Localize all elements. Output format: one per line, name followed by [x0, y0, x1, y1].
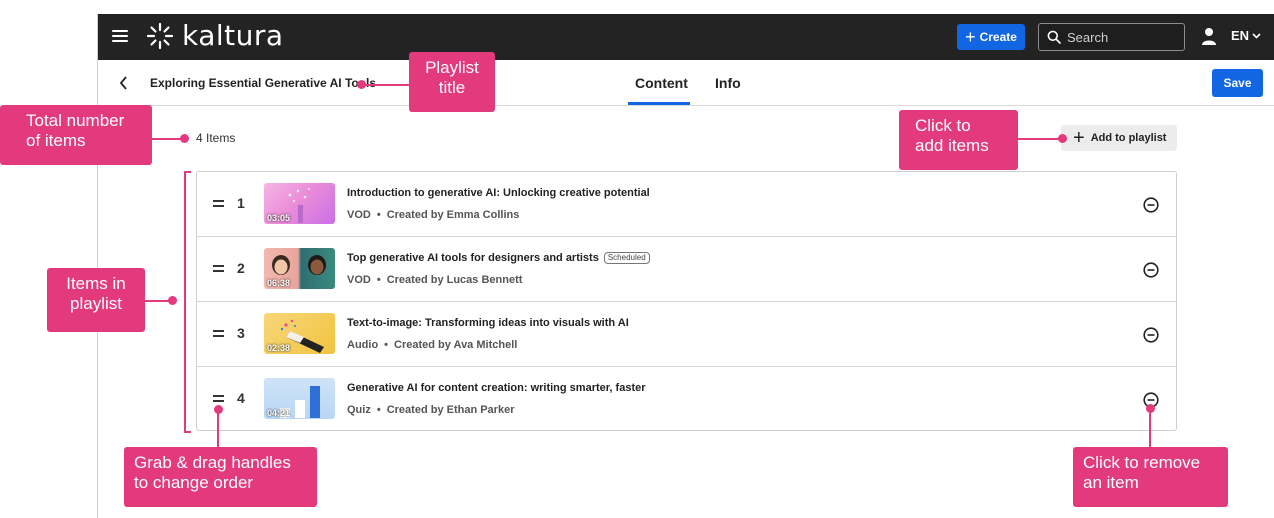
create-button[interactable]: + Create [957, 24, 1025, 50]
remove-item-icon[interactable] [1143, 327, 1159, 343]
annotation-remove-item: Click to remove an item [1073, 447, 1228, 507]
item-meta: Audio • Created by Ava Mitchell [347, 339, 517, 351]
annotation-bracket-bottom [184, 431, 191, 433]
drag-handle-icon[interactable] [213, 395, 224, 403]
add-to-playlist-button[interactable]: + Add to playlist [1061, 125, 1177, 151]
list-item[interactable]: 2 06:38 Top generative AI tools for desi… [197, 237, 1176, 302]
search-icon [1047, 30, 1061, 44]
playlist-items-list: 1 03:05 Introduction to generative AI: U… [196, 171, 1177, 431]
item-type: VOD [347, 274, 371, 286]
remove-item-icon[interactable] [1143, 197, 1159, 213]
annotation-dot [180, 134, 189, 143]
kaltura-logo-icon [146, 22, 174, 50]
kaltura-logo-text: kaltura [182, 19, 284, 52]
active-tab-indicator [628, 102, 690, 105]
chevron-down-icon [1252, 32, 1261, 39]
item-thumbnail[interactable]: 03:05 [264, 183, 335, 224]
hamburger-menu-icon[interactable] [112, 27, 128, 47]
playlist-title: Exploring Essential Generative AI Tools [150, 76, 377, 90]
item-creator: Created by Lucas Bennett [386, 274, 523, 286]
item-title-text: Top generative AI tools for designers an… [347, 252, 599, 264]
back-arrow-icon[interactable] [118, 76, 130, 90]
top-navigation-bar: kaltura + Create EN [98, 14, 1274, 60]
item-type: VOD [347, 209, 371, 221]
item-title-text: Generative AI for content creation: writ… [347, 382, 646, 394]
annotation-connector [145, 300, 171, 302]
remove-item-icon[interactable] [1143, 262, 1159, 278]
annotation-connector [217, 411, 219, 448]
list-item[interactable]: 1 03:05 Introduction to generative AI: U… [197, 172, 1176, 237]
item-duration: 06:38 [267, 278, 291, 288]
annotation-bracket-spine [184, 171, 186, 433]
separator-dot: • [376, 274, 381, 286]
save-button[interactable]: Save [1212, 69, 1263, 97]
annotation-items-in-playlist: Items in playlist [47, 268, 145, 332]
item-meta: VOD • Created by Emma Collins [347, 209, 519, 221]
language-label: EN [1231, 28, 1250, 43]
annotation-connector [1149, 410, 1151, 448]
annotation-dot [1058, 134, 1067, 143]
item-thumbnail[interactable]: 02:38 [264, 313, 335, 354]
annotation-connector [1018, 138, 1062, 140]
item-creator: Created by Emma Collins [386, 209, 520, 221]
item-thumbnail[interactable]: 06:38 [264, 248, 335, 289]
list-item[interactable]: 4 04:21 Generative AI for content creati… [197, 367, 1176, 432]
annotation-add-items: Click to add items [899, 110, 1018, 170]
drag-handle-icon[interactable] [213, 330, 224, 338]
user-icon[interactable] [1201, 27, 1217, 47]
plus-icon: + [1073, 127, 1085, 149]
item-meta: VOD • Created by Lucas Bennett [347, 274, 522, 286]
item-title[interactable]: Introduction to generative AI: Unlocking… [347, 187, 650, 199]
separator-dot: • [376, 209, 381, 221]
create-button-label: Create [979, 30, 1017, 44]
item-thumbnail[interactable]: 04:21 [264, 378, 335, 419]
search-input[interactable] [1067, 29, 1177, 45]
item-creator: Created by Ava Mitchell [394, 339, 518, 351]
tab-content[interactable]: Content [635, 75, 688, 91]
search-box[interactable] [1038, 23, 1185, 51]
drag-handle-icon[interactable] [213, 265, 224, 273]
item-title[interactable]: Text-to-image: Transforming ideas into v… [347, 317, 629, 329]
separator-dot: • [376, 404, 381, 416]
annotation-playlist-title: Playlist title [409, 52, 495, 112]
items-count: 4 Items [196, 131, 236, 145]
item-duration: 03:05 [267, 213, 291, 223]
item-duration: 04:21 [267, 408, 291, 418]
item-title[interactable]: Generative AI for content creation: writ… [347, 382, 646, 394]
item-duration: 02:38 [267, 343, 291, 353]
item-type: Audio [347, 339, 379, 351]
annotation-drag-handles: Grab & drag handles to change order [124, 447, 317, 507]
item-title-text: Introduction to generative AI: Unlocking… [347, 187, 650, 199]
playlist-header: Exploring Essential Generative AI Tools … [98, 60, 1274, 106]
separator-dot: • [384, 339, 389, 351]
annotation-total-items: Total number of items [0, 105, 152, 165]
item-number: 3 [237, 325, 245, 341]
item-type: Quiz [347, 404, 371, 416]
scheduled-badge: Scheduled [603, 252, 650, 264]
language-selector[interactable]: EN [1231, 28, 1261, 43]
item-meta: Quiz • Created by Ethan Parker [347, 404, 514, 416]
list-item[interactable]: 3 02:38 Text-to-image: Transforming idea… [197, 302, 1176, 367]
item-creator: Created by Ethan Parker [386, 404, 515, 416]
item-title[interactable]: Top generative AI tools for designers an… [347, 252, 650, 264]
plus-icon: + [965, 27, 976, 47]
item-number: 4 [237, 390, 245, 406]
item-number: 2 [237, 260, 245, 276]
item-number: 1 [237, 195, 245, 211]
tab-info[interactable]: Info [715, 75, 741, 91]
add-to-playlist-label: Add to playlist [1090, 132, 1167, 144]
drag-handle-icon[interactable] [213, 200, 224, 208]
item-title-text: Text-to-image: Transforming ideas into v… [347, 317, 629, 329]
annotation-connector [364, 84, 410, 86]
